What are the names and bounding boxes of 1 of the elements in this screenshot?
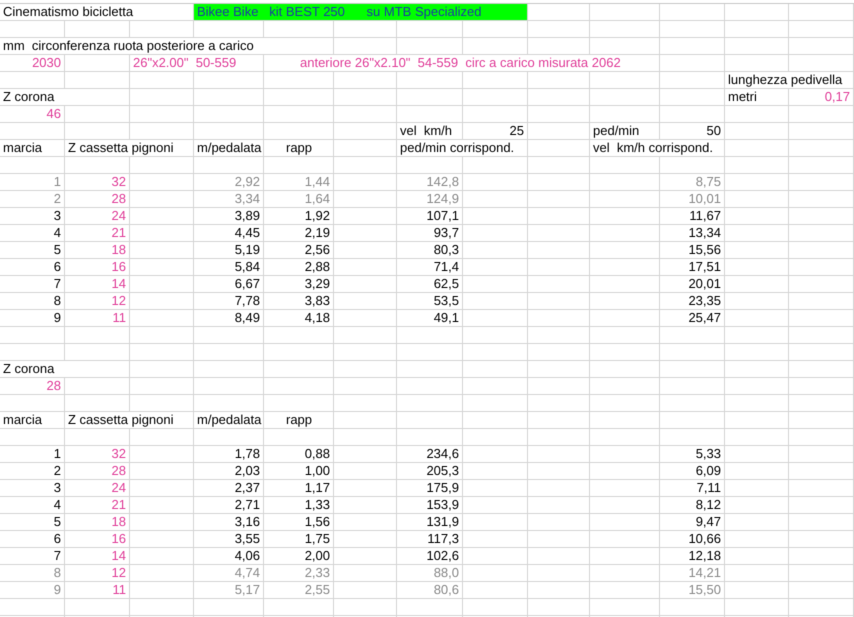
highlighted-cell: Bikee Bike kit BEST 250 su MTB Specialized — [194, 4, 527, 20]
